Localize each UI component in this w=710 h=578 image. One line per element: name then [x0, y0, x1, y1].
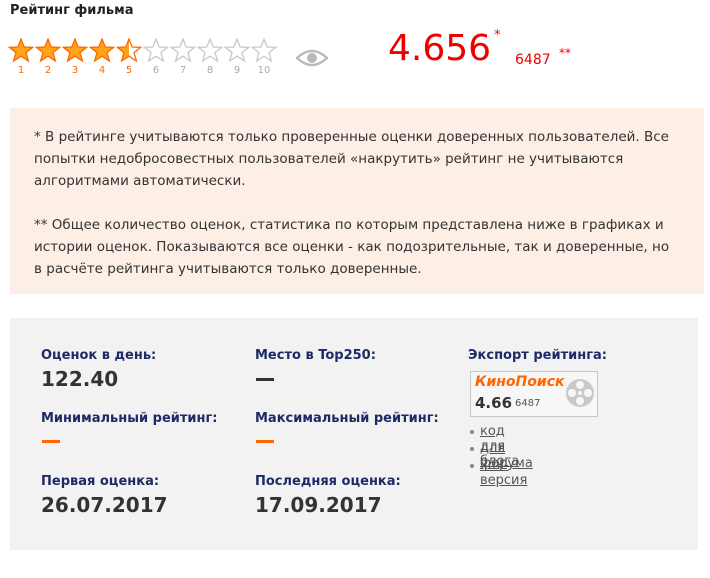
star-icon — [116, 38, 142, 63]
star-10[interactable]: 10 — [251, 38, 277, 76]
star-icon — [170, 38, 196, 63]
film-reel-icon — [565, 378, 595, 412]
star-icon — [8, 38, 34, 63]
star-icon — [251, 38, 277, 63]
kinopoisk-rating-badge[interactable]: КиноПоиск 4.66 6487 — [470, 371, 598, 417]
min-rating-label: Минимальный рейтинг: — [41, 411, 218, 426]
star-5[interactable]: 5 — [116, 38, 142, 76]
votes-footnote-mark: ** — [559, 46, 571, 60]
bullet — [470, 464, 474, 468]
star-number-4: 4 — [98, 65, 106, 76]
star-4[interactable]: 4 — [89, 38, 115, 76]
star-7[interactable]: 7 — [170, 38, 196, 76]
xml-version-link[interactable]: xml-версия — [480, 458, 527, 488]
star-number-2: 2 — [44, 65, 52, 76]
star-8[interactable]: 8 — [197, 38, 223, 76]
first-vote-label: Первая оценка: — [41, 474, 160, 489]
star-number-6: 6 — [152, 65, 160, 76]
star-number-3: 3 — [71, 65, 79, 76]
top250-value-dash — [256, 378, 274, 381]
first-vote-value: 26.07.2017 — [41, 493, 168, 517]
star-number-5: 5 — [125, 65, 133, 76]
star-3[interactable]: 3 — [62, 38, 88, 76]
star-icon — [143, 38, 169, 63]
rating-footnote-mark: * — [494, 28, 501, 43]
star-2[interactable]: 2 — [35, 38, 61, 76]
bullet — [470, 430, 474, 434]
rating-value: 4.656 — [388, 28, 492, 69]
star-9[interactable]: 9 — [224, 38, 250, 76]
last-vote-label: Последняя оценка: — [255, 474, 401, 489]
star-1[interactable]: 1 — [8, 38, 34, 76]
star-icon — [62, 38, 88, 63]
star-number-8: 8 — [206, 65, 214, 76]
last-vote-value: 17.09.2017 — [255, 493, 382, 517]
per-day-value: 122.40 — [41, 367, 119, 391]
rating-stats-panel: Оценок в день: 122.40 Место в Top250: Ми… — [10, 318, 698, 550]
note-paragraph-2: ** Общее количество оценок, статистика п… — [34, 217, 670, 277]
star-number-7: 7 — [179, 65, 187, 76]
star-icon — [35, 38, 61, 63]
star-icon — [224, 38, 250, 63]
min-rating-value-dash — [42, 440, 60, 443]
badge-rating: 4.66 — [475, 394, 513, 412]
bullet — [470, 447, 474, 451]
max-rating-label: Максимальный рейтинг: — [255, 411, 439, 426]
star-number-1: 1 — [17, 65, 25, 76]
votes-count: 6487 — [515, 52, 551, 68]
max-rating-value-dash — [256, 440, 274, 443]
eye-icon[interactable] — [295, 48, 329, 72]
note-paragraph-1: * В рейтинге учитываются только проверен… — [34, 129, 669, 189]
star-icon — [197, 38, 223, 63]
badge-brand-logo: КиноПоиск — [475, 374, 565, 390]
rating-title: Рейтинг фильма — [10, 3, 134, 18]
rating-note: * В рейтинге учитываются только проверен… — [10, 108, 704, 294]
star-6[interactable]: 6 — [143, 38, 169, 76]
star-number-10: 10 — [257, 65, 271, 76]
per-day-label: Оценок в день: — [41, 348, 157, 363]
export-label: Экспорт рейтинга: — [468, 348, 607, 363]
badge-votes: 6487 — [515, 398, 541, 409]
top250-label: Место в Top250: — [255, 348, 376, 363]
star-number-9: 9 — [233, 65, 241, 76]
star-icon — [89, 38, 115, 63]
